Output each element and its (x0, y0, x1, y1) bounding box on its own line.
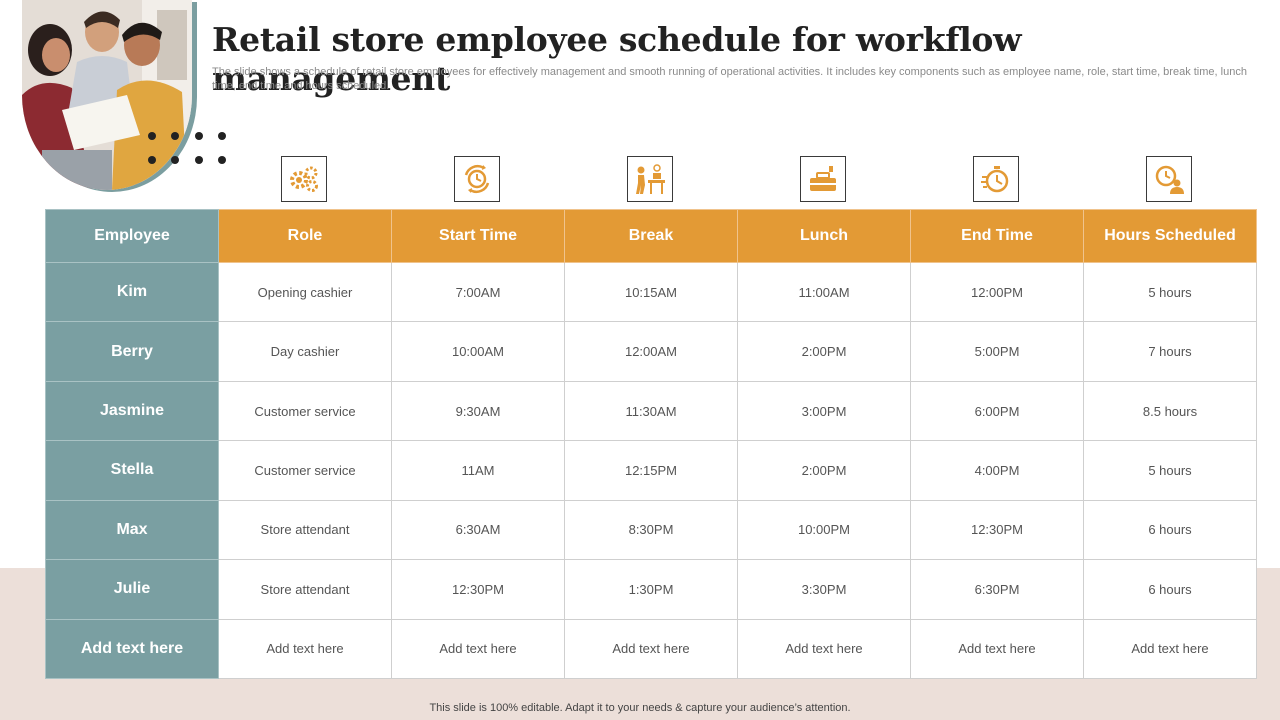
clock-person-icon (1146, 156, 1192, 202)
end-time-cell: 5:00PM (910, 321, 1084, 382)
stopwatch-icon (973, 156, 1019, 202)
role-cell: Add text here (218, 618, 392, 680)
column-icons (218, 156, 1256, 202)
start-time-cell: 9:30AM (391, 380, 565, 442)
person-desk-icon (627, 156, 673, 202)
end-time-cell: 6:30PM (910, 559, 1084, 620)
break-cell: 12:15PM (564, 440, 738, 501)
header-break: Break (564, 209, 738, 263)
table-row: Add text here Add text here Add text her… (45, 618, 1257, 680)
start-time-cell: 6:30AM (391, 499, 565, 561)
employee-name: Max (45, 499, 219, 561)
hours-cell: 6 hours (1083, 499, 1257, 561)
hours-cell: 5 hours (1083, 440, 1257, 501)
table-row: Julie Store attendant 12:30PM 1:30PM 3:3… (45, 559, 1257, 620)
employee-name: Jasmine (45, 380, 219, 442)
lunch-cell: 3:30PM (737, 559, 911, 620)
table-row: Kim Opening cashier 7:00AM 10:15AM 11:00… (45, 261, 1257, 323)
schedule-table: Employee Role Start Time Break Lunch End… (45, 209, 1257, 680)
hours-cell: 5 hours (1083, 261, 1257, 323)
break-cell: 1:30PM (564, 559, 738, 620)
employee-name: Add text here (45, 618, 219, 680)
lunch-cell: 10:00PM (737, 499, 911, 561)
break-cell: 12:00AM (564, 321, 738, 382)
hours-cell: 6 hours (1083, 559, 1257, 620)
header-role: Role (218, 209, 392, 263)
employee-name: Berry (45, 321, 219, 382)
role-cell: Store attendant (218, 499, 392, 561)
header-start-time: Start Time (391, 209, 565, 263)
slide-subtitle: The slide shows a schedule of retail sto… (212, 66, 1247, 92)
header-hours-scheduled: Hours Scheduled (1083, 209, 1257, 263)
role-cell: Store attendant (218, 559, 392, 620)
clock-cycle-icon (454, 156, 500, 202)
lunch-cell: 2:00PM (737, 440, 911, 501)
hours-cell: Add text here (1083, 618, 1257, 680)
employee-name: Stella (45, 440, 219, 501)
role-cell: Day cashier (218, 321, 392, 382)
table-row: Stella Customer service 11AM 12:15PM 2:0… (45, 440, 1257, 501)
break-cell: 10:15AM (564, 261, 738, 323)
end-time-cell: 6:00PM (910, 380, 1084, 442)
role-cell: Customer service (218, 440, 392, 501)
header-employee: Employee (45, 209, 219, 263)
hours-cell: 7 hours (1083, 321, 1257, 382)
end-time-cell: Add text here (910, 618, 1084, 680)
break-cell: Add text here (564, 618, 738, 680)
header-end-time: End Time (910, 209, 1084, 263)
lunch-cell: Add text here (737, 618, 911, 680)
lunch-box-icon (800, 156, 846, 202)
gears-icon (281, 156, 327, 202)
start-time-cell: 10:00AM (391, 321, 565, 382)
header-lunch: Lunch (737, 209, 911, 263)
hours-cell: 8.5 hours (1083, 380, 1257, 442)
break-cell: 8:30PM (564, 499, 738, 561)
end-time-cell: 12:30PM (910, 499, 1084, 561)
employee-name: Julie (45, 559, 219, 620)
lunch-cell: 11:00AM (737, 261, 911, 323)
end-time-cell: 12:00PM (910, 261, 1084, 323)
role-cell: Customer service (218, 380, 392, 442)
start-time-cell: 12:30PM (391, 559, 565, 620)
table-row: Berry Day cashier 10:00AM 12:00AM 2:00PM… (45, 321, 1257, 382)
end-time-cell: 4:00PM (910, 440, 1084, 501)
table-row: Jasmine Customer service 9:30AM 11:30AM … (45, 380, 1257, 442)
header-row: Employee Role Start Time Break Lunch End… (45, 209, 1257, 263)
role-cell: Opening cashier (218, 261, 392, 323)
lunch-cell: 2:00PM (737, 321, 911, 382)
break-cell: 11:30AM (564, 380, 738, 442)
slide-footer: This slide is 100% editable. Adapt it to… (429, 702, 851, 714)
lunch-cell: 3:00PM (737, 380, 911, 442)
table-row: Max Store attendant 6:30AM 8:30PM 10:00P… (45, 499, 1257, 561)
start-time-cell: 7:00AM (391, 261, 565, 323)
employee-name: Kim (45, 261, 219, 323)
start-time-cell: 11AM (391, 440, 565, 501)
start-time-cell: Add text here (391, 618, 565, 680)
